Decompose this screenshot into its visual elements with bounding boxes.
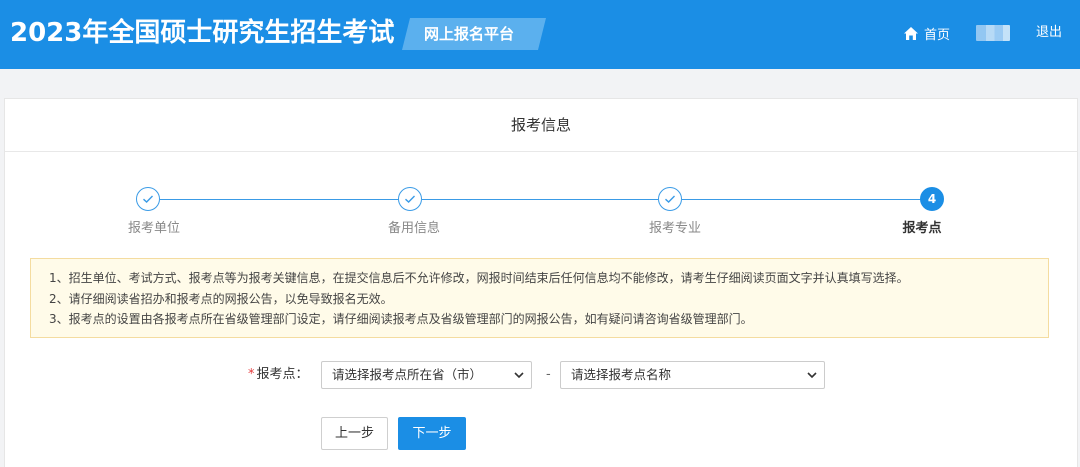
province-select-value: 请选择报考点所在省（市）	[332, 367, 483, 382]
step-3-label: 报考专业	[648, 221, 702, 236]
notice-line: 1、招生单位、考试方式、报考点等为报考关键信息，在提交信息后不允许修改，网报时间…	[49, 271, 909, 285]
select-separator: -	[546, 367, 551, 382]
required-mark: *	[248, 367, 255, 382]
check-icon	[405, 195, 415, 203]
chevron-down-icon	[514, 372, 524, 379]
home-link[interactable]: 首页	[903, 22, 950, 44]
logout-link[interactable]: 退出	[1036, 22, 1062, 44]
step-4-label: 报考点	[902, 221, 942, 236]
exam-site-row: * 报考点： 请选择报考点所在省（市） - 请选择报考点名称	[5, 361, 1077, 389]
progress-steps: 4 报考单位 备用信息 报考专业 报考点	[5, 187, 1077, 247]
step-connector	[160, 199, 399, 200]
step-3-circle	[658, 187, 682, 211]
platform-label: 网上报名平台	[424, 25, 515, 43]
home-icon	[904, 26, 918, 40]
exam-site-select-value: 请选择报考点名称	[571, 367, 672, 382]
notice-line: 2、请仔细阅读省招办和报考点的网报公告，以免导致报名无效。	[49, 291, 393, 306]
site-title: 2023年全国硕士研究生招生考试	[10, 18, 395, 48]
top-header: 2023年全国硕士研究生招生考试 网上报名平台 首页 退出	[0, 0, 1080, 69]
step-4-circle: 4	[920, 187, 944, 211]
home-link-label: 首页	[924, 27, 951, 43]
step-connector	[682, 199, 921, 200]
notice-line: 3、报考点的设置由各报考点所在省级管理部门设定，请仔细阅读报考点及省级管理部门的…	[49, 312, 753, 326]
next-step-button[interactable]: 下一步	[398, 417, 466, 450]
step-1-circle	[136, 187, 160, 211]
step-2-circle	[398, 187, 422, 211]
user-name-redacted	[976, 25, 1010, 41]
prev-step-button[interactable]: 上一步	[321, 417, 388, 450]
exam-site-select[interactable]: 请选择报考点名称	[560, 361, 825, 389]
step-1-label: 报考单位	[127, 221, 181, 236]
exam-site-label-text: 报考点：	[256, 367, 309, 382]
check-icon	[665, 195, 675, 203]
check-icon	[143, 195, 153, 203]
province-select[interactable]: 请选择报考点所在省（市）	[321, 361, 532, 389]
card-title: 报考信息	[5, 99, 1077, 152]
chevron-down-icon	[807, 372, 817, 379]
step-connector	[422, 199, 658, 200]
registration-card: 报考信息 4 报考单位 备用信息 报考专业 报考点 1、招生单位、考试方式、报考…	[4, 98, 1078, 467]
exam-site-label: * 报考点：	[248, 361, 309, 389]
step-2-label: 备用信息	[387, 221, 441, 236]
notice-box: 1、招生单位、考试方式、报考点等为报考关键信息，在提交信息后不允许修改，网报时间…	[30, 258, 1049, 338]
